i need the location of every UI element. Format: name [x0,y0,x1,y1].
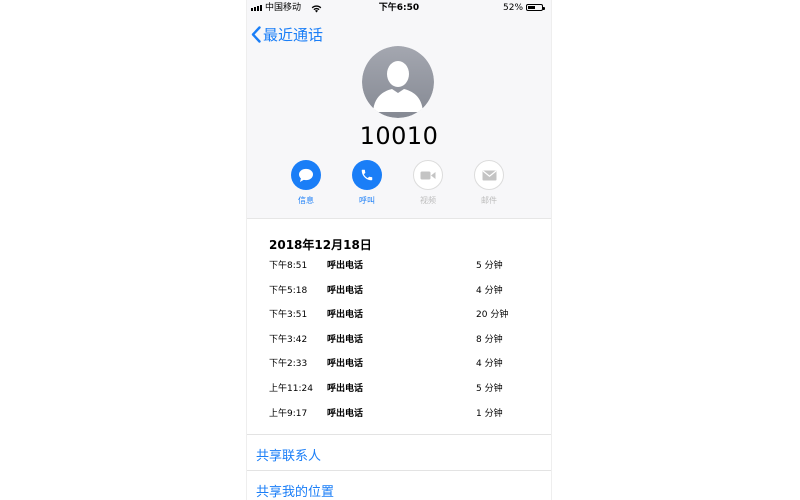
call-history-row: 下午8:51 呼出电话 5 分钟 [269,259,529,284]
call-time: 下午3:51 [269,310,308,321]
call-time: 上午9:17 [269,408,308,419]
call-time: 下午8:51 [269,261,308,271]
mail-button[interactable]: 邮件 [464,160,514,206]
call-history-row: 上午11:24 呼出电话 5 分钟 [269,382,529,407]
call-type: 呼出电话 [327,359,364,370]
mail-icon [482,170,496,180]
battery-icon [526,4,545,11]
call-history-row: 上午9:17 呼出电话 1 分钟 [269,407,529,432]
battery-level-fill [528,6,535,9]
call-duration: 5 分钟 [476,383,503,394]
call-history-row: 下午3:42 呼出电话 8 分钟 [269,333,529,358]
call-duration: 4 分钟 [476,359,503,370]
video-label: 视频 [420,196,436,205]
call-history-list: 下午8:51 呼出电话 5 分钟 下午5:18 呼出电话 4 分钟 下午3:51 呼出电话 20… [269,259,529,431]
call-history-date: 2018年12月18日 [269,238,372,252]
call-button[interactable]: 呼叫 [342,160,392,206]
mail-label: 邮件 [481,196,497,205]
contact-number: 10010 [359,122,439,150]
phone-icon [361,169,373,181]
message-icon [299,168,313,182]
call-type: 呼出电话 [327,310,364,321]
phone-screen: 中国移动 下午6:50 52% 最近通话 10010 信息 呼叫 视频 邮件 2… [246,0,552,500]
call-duration: 8 分钟 [476,334,503,345]
call-history-row: 下午2:33 呼出电话 4 分钟 [269,357,529,382]
divider [247,470,551,471]
video-button[interactable]: 视频 [403,160,453,206]
call-time: 下午3:42 [269,334,308,345]
call-time: 上午11:24 [269,383,313,394]
share-location-link[interactable]: 共享我的位置 [256,481,334,500]
call-type: 呼出电话 [327,383,364,394]
call-time: 下午2:33 [269,359,308,370]
divider [247,434,551,435]
call-type: 呼出电话 [327,334,364,345]
status-bar: 中国移动 下午6:50 52% [247,0,551,16]
battery-percentage: 52% [503,3,524,13]
back-button[interactable]: 最近通话 [251,23,323,45]
message-label: 信息 [298,196,314,205]
call-duration: 1 分钟 [476,408,503,419]
call-history-row: 下午5:18 呼出电话 4 分钟 [269,284,529,309]
call-duration: 20 分钟 [476,310,509,321]
chevron-left-icon [251,25,261,43]
contact-header: 中国移动 下午6:50 52% 最近通话 10010 信息 呼叫 视频 邮件 [247,0,551,219]
person-silhouette-icon [362,46,434,118]
contact-avatar [362,46,434,118]
call-type: 呼出电话 [327,261,364,271]
call-type: 呼出电话 [327,408,364,419]
call-history-row: 下午3:51 呼出电话 20 分钟 [269,308,529,333]
call-duration: 4 分钟 [476,285,503,296]
video-icon [420,171,436,179]
message-button[interactable]: 信息 [281,160,331,206]
call-type: 呼出电话 [327,285,364,296]
call-time: 下午5:18 [269,285,308,296]
contact-actions: 信息 呼叫 视频 邮件 [247,160,551,212]
call-duration: 5 分钟 [476,261,503,271]
call-label: 呼叫 [359,196,375,205]
back-button-label: 最近通话 [263,25,324,44]
share-contact-link[interactable]: 共享联系人 [256,445,321,464]
